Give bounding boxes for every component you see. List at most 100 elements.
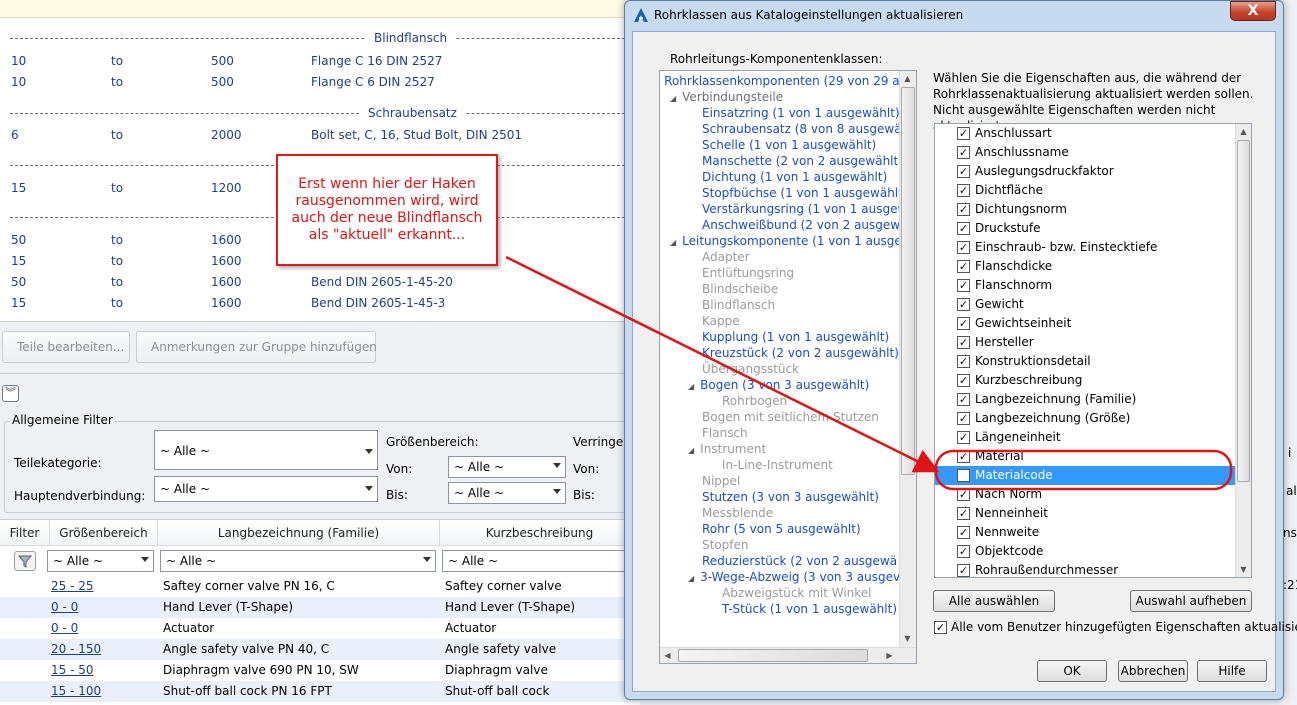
- property-item[interactable]: ✓ Kurzbeschreibung: [935, 371, 1235, 390]
- scroll-left-icon[interactable]: ◀: [660, 648, 675, 663]
- property-checkbox[interactable]: ✓: [957, 355, 970, 368]
- property-checkbox[interactable]: ✓: [957, 564, 970, 577]
- tree-scroll-thumb[interactable]: [901, 87, 915, 475]
- list-row[interactable]: 10 to 500 Flange C 16 DIN 2527: [0, 52, 640, 72]
- ok-button[interactable]: OK: [1037, 660, 1107, 682]
- tree-item[interactable]: Verstärkungsring (1 von 1 ausgew: [702, 201, 907, 217]
- column-header-size-range[interactable]: Größenbereich: [50, 520, 158, 546]
- tree-horizontal-scrollbar[interactable]: ◀ ▶: [660, 647, 916, 663]
- property-item[interactable]: ✓ Flanschdicke: [935, 257, 1235, 276]
- help-button[interactable]: Hilfe: [1197, 660, 1267, 682]
- property-item[interactable]: ✓ Dichtfläche: [935, 181, 1235, 200]
- property-checkbox[interactable]: ✓: [957, 260, 970, 273]
- property-item[interactable]: ✓ Langbezeichnung (Größe): [935, 409, 1235, 428]
- property-checkbox[interactable]: ✓: [957, 127, 970, 140]
- filter-toggle-button[interactable]: [14, 551, 36, 571]
- property-item[interactable]: ✓ Anschlussart: [935, 124, 1235, 143]
- tree-item[interactable]: Stutzen (3 von 3 ausgewählt): [702, 489, 879, 505]
- tree-item[interactable]: Dichtung (1 von 1 ausgewählt): [702, 169, 887, 185]
- property-item[interactable]: ✓ Gewichtseinheit: [935, 314, 1235, 333]
- property-checkbox[interactable]: ✓: [957, 165, 970, 178]
- list-row[interactable]: 10 to 500 Flange C 6 DIN 2527: [0, 73, 640, 93]
- list-row[interactable]: 50 to 1600 Bend DIN 2605-1-45-20: [0, 273, 640, 293]
- tree-item[interactable]: Nippel: [702, 473, 740, 489]
- size-from-select[interactable]: ~ Alle ~: [448, 456, 566, 478]
- property-item[interactable]: ✓ Nenneinheit: [935, 504, 1235, 523]
- expand-triangle-icon[interactable]: ◢: [688, 446, 694, 455]
- property-item[interactable]: ✓ Hersteller: [935, 333, 1235, 352]
- column-header-short-description[interactable]: Kurzbeschreibung: [440, 520, 640, 546]
- tree-item[interactable]: Entlüftungsring: [702, 265, 794, 281]
- property-item[interactable]: Materialcode: [935, 466, 1235, 485]
- property-checkbox[interactable]: ✓: [957, 393, 970, 406]
- property-checkbox[interactable]: ✓: [957, 431, 970, 444]
- tree-item[interactable]: Rohr (5 von 5 ausgewählt): [702, 521, 861, 537]
- select-all-button[interactable]: Alle auswählen: [933, 590, 1055, 612]
- size-to-select[interactable]: ~ Alle ~: [448, 482, 566, 504]
- add-notes-button[interactable]: Anmerkungen zur Gruppe hinzufügen: [136, 331, 377, 363]
- edit-parts-button[interactable]: Teile bearbeiten...: [2, 331, 130, 363]
- property-item[interactable]: ✓ Auslegungsdruckfaktor: [935, 162, 1235, 181]
- property-checkbox[interactable]: ✓: [957, 488, 970, 501]
- property-checkbox[interactable]: ✓: [957, 222, 970, 235]
- property-item[interactable]: ✓ Flanschnorm: [935, 276, 1235, 295]
- table-row[interactable]: 15 - 100 Shut-off ball cock PN 16 FPT Sh…: [0, 681, 640, 702]
- property-checkbox[interactable]: ✓: [957, 336, 970, 349]
- table-row[interactable]: 0 - 0 Actuator Actuator: [0, 618, 640, 639]
- property-checkbox[interactable]: ✓: [957, 184, 970, 197]
- table-row[interactable]: 15 - 50 Diaphragm valve 690 PN 10, SW Di…: [0, 660, 640, 681]
- user-properties-checkbox[interactable]: ✓: [934, 621, 947, 634]
- tree-item[interactable]: ◢ Verbindungsteile: [670, 89, 783, 105]
- property-checkbox[interactable]: ✓: [957, 545, 970, 558]
- property-item[interactable]: ✓ Nennweite: [935, 523, 1235, 542]
- property-checkbox[interactable]: ✓: [957, 412, 970, 425]
- property-item[interactable]: ✓ Druckstufe: [935, 219, 1235, 238]
- properties-checklist[interactable]: ✓ Anschlussart ✓ Anschlussname ✓ Auslegungsdr…: [934, 123, 1252, 578]
- column-header-long-description[interactable]: Langbezeichnung (Familie): [158, 520, 440, 546]
- tree-item[interactable]: Schelle (1 von 1 ausgewählt): [702, 137, 876, 153]
- tree-item[interactable]: Manschette (2 von 2 ausgewählt): [702, 153, 903, 169]
- property-item[interactable]: ✓ Nach Norm: [935, 485, 1235, 504]
- tree-item[interactable]: T-Stück (1 von 1 ausgewählt): [722, 601, 897, 617]
- component-classes-tree[interactable]: ◢Rohrklassenkomponenten (29 von 29 au◢Ve…: [659, 70, 917, 664]
- list-row[interactable]: 15 to 1600 Bend DIN 2605-1-45-3: [0, 294, 640, 314]
- scroll-right-icon[interactable]: ▶: [882, 648, 897, 663]
- tree-item[interactable]: Blindscheibe: [702, 281, 778, 297]
- tree-item[interactable]: Abzweigstück mit Winkel: [722, 585, 872, 601]
- properties-vertical-scrollbar[interactable]: ▲ ▼: [1235, 124, 1251, 577]
- property-item[interactable]: ✓ Gewicht: [935, 295, 1235, 314]
- properties-scroll-thumb[interactable]: [1237, 140, 1250, 482]
- table-row[interactable]: 25 - 25 Saftey corner valve PN 16, C Saf…: [0, 576, 640, 597]
- size-range-filter[interactable]: ~ Alle ~: [47, 550, 154, 572]
- tree-item[interactable]: Messblende: [702, 505, 773, 521]
- collapse-filters-button[interactable]: ︾: [2, 385, 19, 402]
- tree-item[interactable]: Übergangsstück: [702, 361, 799, 377]
- tree-item[interactable]: Kupplung (1 von 1 ausgewählt): [702, 329, 889, 345]
- scroll-up-icon[interactable]: ▲: [900, 71, 915, 86]
- property-checkbox[interactable]: ✓: [957, 279, 970, 292]
- tree-item[interactable]: ◢ Leitungskomponente (1 von 1 ausge: [670, 233, 902, 249]
- scroll-up-icon[interactable]: ▲: [1236, 124, 1251, 139]
- table-row[interactable]: 0 - 0 Hand Lever (T-Shape) Hand Lever (T…: [0, 597, 640, 618]
- scroll-down-icon[interactable]: ▼: [1236, 562, 1251, 577]
- scroll-down-icon[interactable]: ▼: [900, 631, 915, 646]
- property-item[interactable]: ✓ Konstruktionsdetail: [935, 352, 1235, 371]
- column-header-filter[interactable]: Filter: [0, 520, 50, 546]
- main-connection-select[interactable]: ~ Alle ~: [154, 476, 378, 502]
- property-checkbox[interactable]: [957, 469, 970, 482]
- tree-item[interactable]: ◢Rohrklassenkomponenten (29 von 29 au: [660, 73, 907, 89]
- tree-item[interactable]: Bogen mit seitlichem Stutzen: [702, 409, 879, 425]
- property-checkbox[interactable]: ✓: [957, 317, 970, 330]
- tree-item[interactable]: Flansch: [702, 425, 748, 441]
- property-item[interactable]: ✓ Material: [935, 447, 1235, 466]
- tree-item[interactable]: Stopfbüchse (1 von 1 ausgewählt: [702, 185, 903, 201]
- property-item[interactable]: ✓ Langbezeichnung (Familie): [935, 390, 1235, 409]
- tree-item[interactable]: Blindflansch: [702, 297, 775, 313]
- tree-item[interactable]: ◢ 3-Wege-Abzweig (3 von 3 ausgev: [688, 569, 900, 585]
- property-checkbox[interactable]: ✓: [957, 526, 970, 539]
- tree-item[interactable]: Stopfen: [702, 537, 749, 553]
- tree-item[interactable]: ◢ Bogen (3 von 3 ausgewählt): [688, 377, 869, 393]
- property-item[interactable]: ✓ Rohraußendurchmesser: [935, 561, 1235, 577]
- deselect-button[interactable]: Auswahl aufheben: [1130, 590, 1252, 612]
- property-item[interactable]: ✓ Einschraub- bzw. Einstecktiefe: [935, 238, 1235, 257]
